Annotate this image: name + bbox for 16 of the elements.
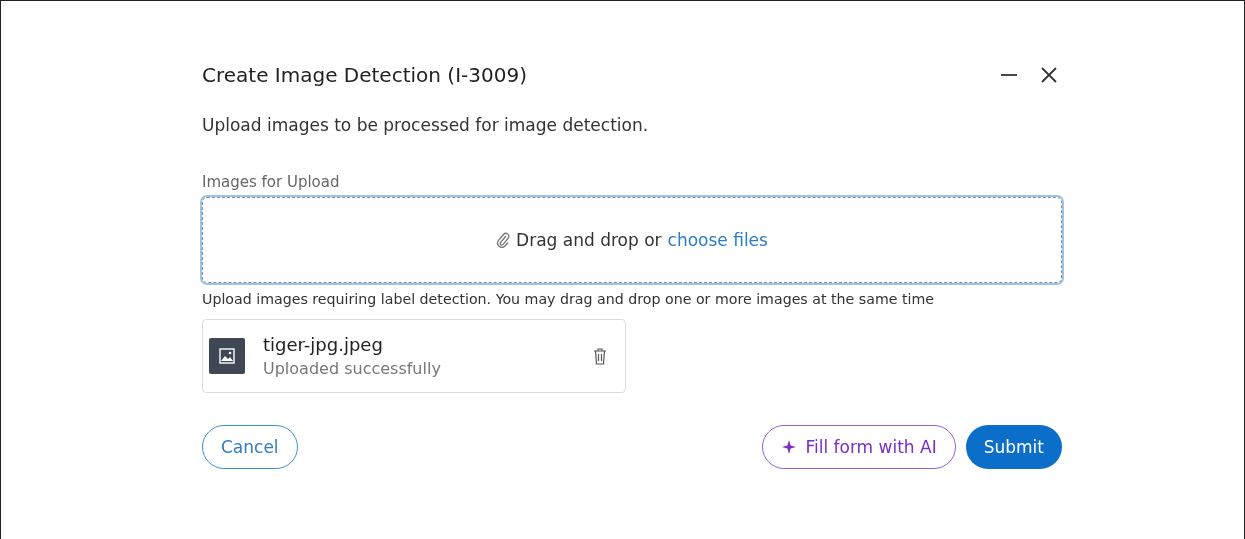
close-icon[interactable] [1040, 66, 1058, 84]
drop-zone[interactable]: Drag and drop or choose files [202, 197, 1062, 283]
dialog-title: Create Image Detection (I-3009) [202, 63, 527, 87]
dialog-description: Upload images to be processed for image detection. [202, 115, 650, 135]
field-hint: Upload images requiring label detection. You may drag and drop one or more images at the same time [202, 291, 936, 307]
upload-status: Uploaded successfully [263, 359, 442, 378]
file-name: tiger-jpg.jpeg [263, 334, 384, 355]
drop-text: Drag and drop or [516, 230, 662, 250]
trash-icon[interactable] [593, 347, 607, 365]
field-label: Images for Upload [202, 173, 341, 191]
paperclip-icon [496, 232, 511, 248]
submit-button[interactable]: Submit [965, 425, 1062, 469]
image-icon [209, 338, 245, 374]
cancel-button[interactable]: Cancel [202, 425, 298, 469]
choose-files-link[interactable]: choose files [667, 230, 768, 250]
fill-with-ai-button[interactable]: Fill form with AI [762, 425, 956, 469]
